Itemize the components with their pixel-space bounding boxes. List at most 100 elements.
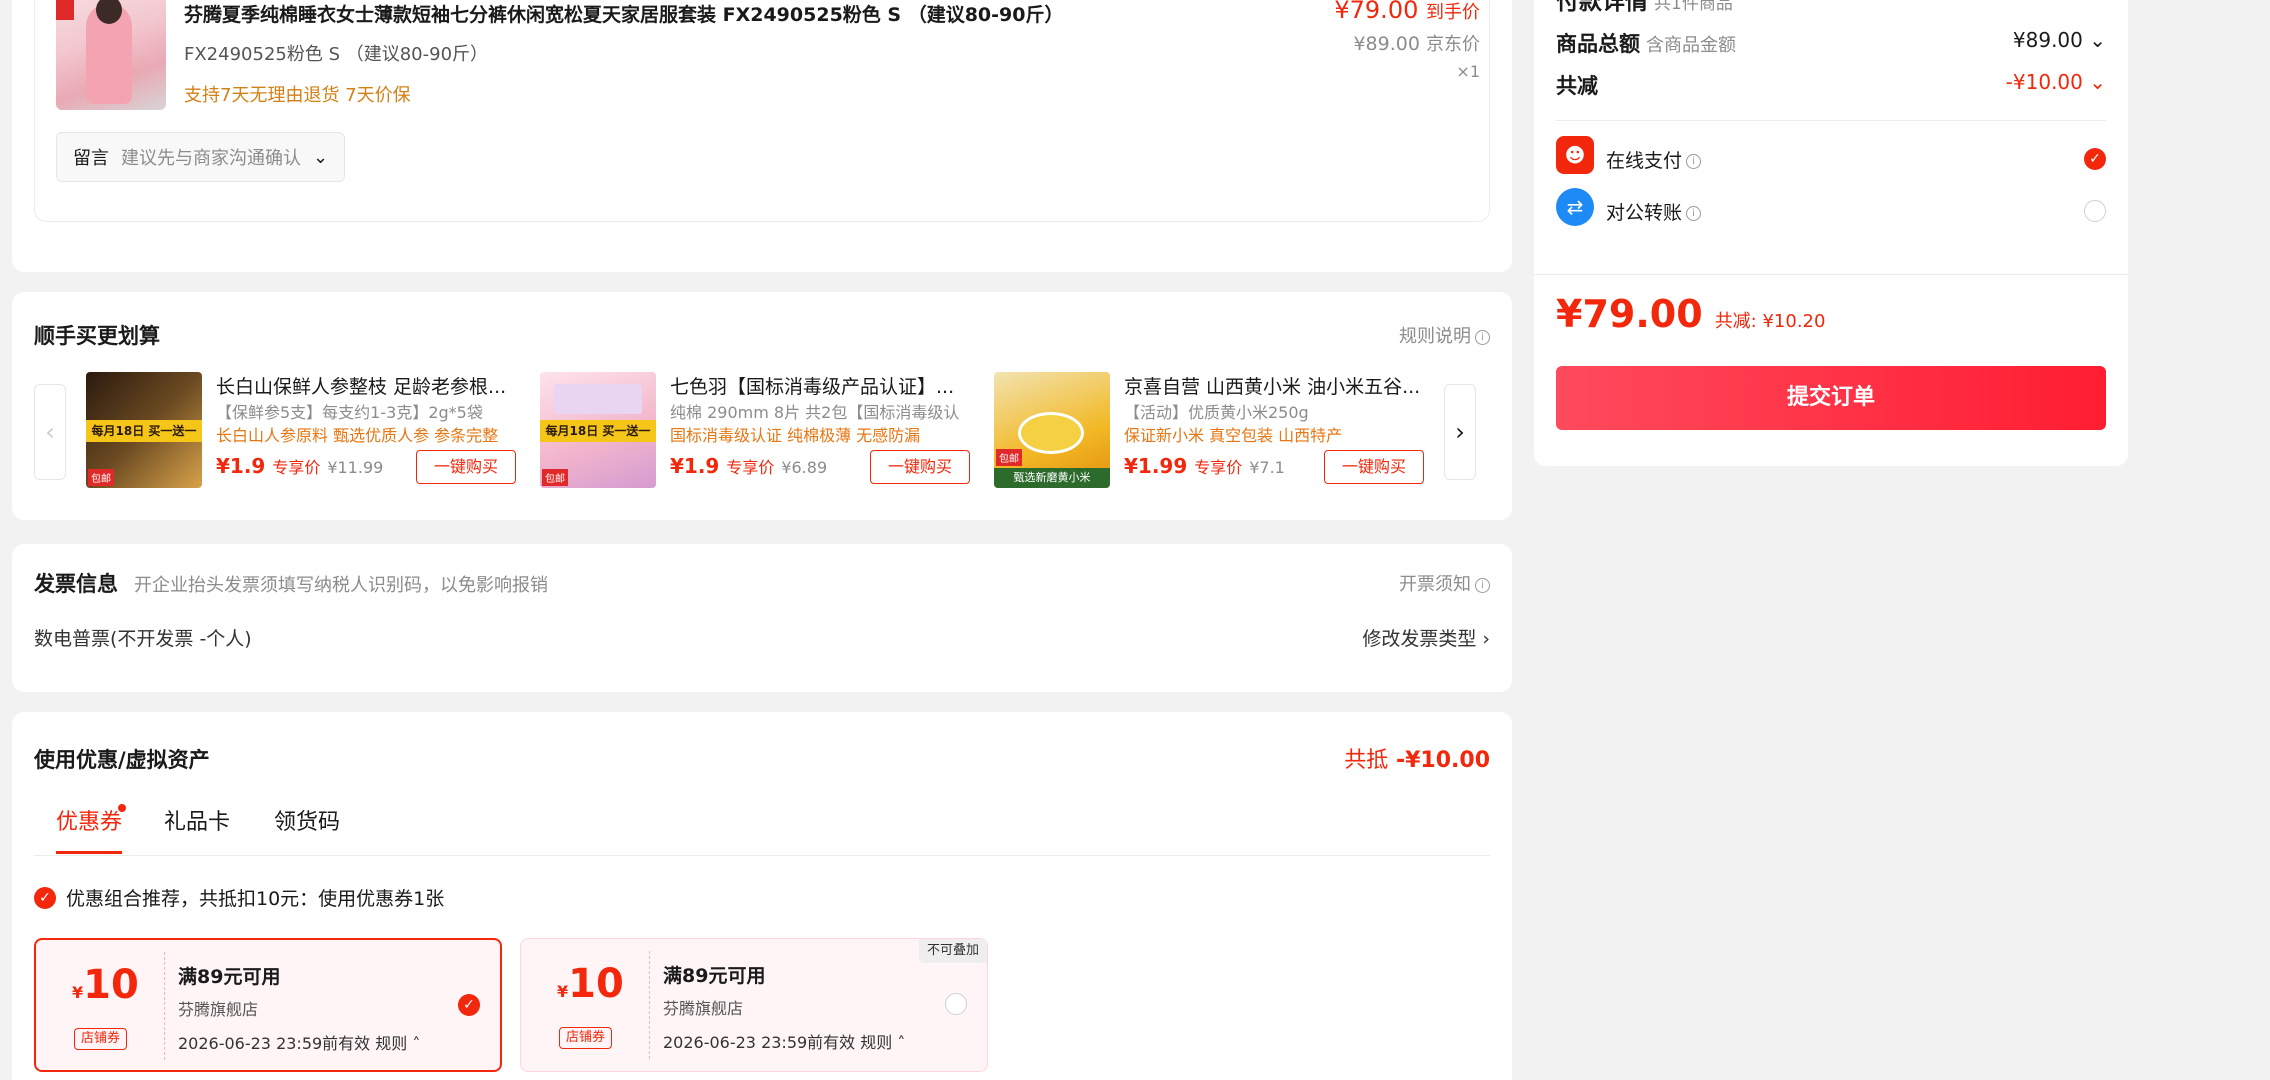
modify-invoice-text: 修改发票类型 xyxy=(1362,628,1477,650)
pay-method-online[interactable]: ☻ 在线支付 i ✓ xyxy=(1534,136,2128,188)
tab-redeem-code[interactable]: 领货码 xyxy=(274,804,340,854)
info-icon: i xyxy=(1475,329,1490,345)
one-click-buy-button[interactable]: 一键购买 xyxy=(1324,450,1424,484)
promo-next-button[interactable]: › xyxy=(1444,384,1476,480)
promo-name[interactable]: 长白山保鲜人参整枝 足龄老参根... xyxy=(216,372,506,399)
promo-old-price: ¥6.89 xyxy=(781,458,828,477)
transfer-icon: ⇄ xyxy=(1556,188,1594,226)
goods-total-sub: 含商品金额 xyxy=(1646,35,1737,56)
discount-toggle[interactable]: -¥10.00 ⌄ xyxy=(2006,70,2106,94)
invoice-subtitle: 开企业抬头发票须填写纳税人识别码，以免影响报销 xyxy=(134,575,549,596)
promo-item[interactable]: 每月18日 买一送一 包邮 长白山保鲜人参整枝 足龄老参根... 【保鲜参5支】… xyxy=(86,372,516,490)
goods-total-toggle[interactable]: ¥89.00 ⌄ xyxy=(2013,28,2106,52)
product-qty: ×1 xyxy=(1456,62,1480,81)
coupon-condition: 满89元可用 xyxy=(663,965,766,987)
promo-item[interactable]: 甄选新磨黄小米 包邮 京喜自营 山西黄小米 油小米五谷... 【活动】优质黄小米… xyxy=(994,372,1424,490)
promo-prev-button[interactable]: ‹ xyxy=(34,384,66,480)
coupon-card: 使用优惠/虚拟资产 共抵 -¥10.00 优惠券 礼品卡 领货码 ✓ 优惠组合推… xyxy=(12,712,1512,1080)
promo-desc: 【保鲜参5支】每支约1-3克】2g*5袋 xyxy=(216,403,483,422)
coupon-selected-check-icon[interactable]: ✓ xyxy=(458,994,480,1016)
unselected-radio xyxy=(2084,200,2106,222)
coupon-rule-link[interactable]: 规则 ˄ xyxy=(860,1033,905,1052)
memo-label: 留言 xyxy=(73,148,109,169)
promo-price: ¥1.9 专享价 ¥11.99 xyxy=(216,454,383,478)
tab-gift-card[interactable]: 礼品卡 xyxy=(164,804,230,854)
one-click-buy-button[interactable]: 一键购买 xyxy=(870,450,970,484)
coupon-expiry-text: 2026-06-23 23:59前有效 xyxy=(663,1033,856,1052)
info-icon: i xyxy=(1686,206,1702,221)
coupon-title: 使用优惠/虚拟资产 xyxy=(34,748,210,772)
chevron-up-icon: ˄ xyxy=(412,1034,421,1053)
orig-price-value: ¥89.00 xyxy=(1353,33,1420,55)
coupon-type-badge: 店铺券 xyxy=(74,1028,128,1050)
discount-label: 共减 xyxy=(1556,74,1598,98)
coupon-shop: 芬腾旗舰店 xyxy=(178,1000,259,1019)
final-discount: 共减: ¥10.20 xyxy=(1714,311,1826,332)
tab-coupon[interactable]: 优惠券 xyxy=(56,804,127,854)
promo-name[interactable]: 七色羽【国标消毒级产品认证】... xyxy=(670,372,954,399)
coupon-tabs: 优惠券 礼品卡 领货码 xyxy=(34,804,1490,856)
chevron-up-icon: ˄ xyxy=(897,1033,906,1052)
coupon-recommend[interactable]: ✓ 优惠组合推荐，共抵扣10元：使用优惠券1张 xyxy=(34,884,444,911)
coupon-radio[interactable] xyxy=(945,993,967,1015)
goods-total-row: 商品总额 含商品金额 xyxy=(1556,28,1736,58)
chevron-right-icon: › xyxy=(1455,418,1465,446)
pay-method-online-label: 在线支付 i xyxy=(1606,146,1702,173)
pay-header-sub: 共1件商品 xyxy=(1654,0,1733,14)
modify-invoice-link[interactable]: 修改发票类型 › xyxy=(1362,624,1490,651)
coupon-recommend-text: 优惠组合推荐，共抵扣10元：使用优惠券1张 xyxy=(66,888,445,910)
coupon-total: 共抵 -¥10.00 xyxy=(1344,742,1490,774)
promo-rules-text: 规则说明 xyxy=(1399,326,1471,347)
one-click-buy-button[interactable]: 一键购买 xyxy=(416,450,516,484)
pay-header-title: 付款详情 xyxy=(1556,0,1648,15)
product-thumbnail[interactable]: 芬腾 xyxy=(56,0,166,110)
invoice-notice-text: 开票须知 xyxy=(1399,574,1471,595)
promo-tag: 长白山人参原料 甄选优质人参 参条完整 xyxy=(216,426,499,445)
promo-name[interactable]: 京喜自营 山西黄小米 油小米五谷... xyxy=(1124,372,1420,399)
coupon-amount-value: 10 xyxy=(83,962,139,1008)
promo-price-label: 专享价 xyxy=(272,458,321,477)
pay-method-transfer[interactable]: ⇄ 对公转账 i xyxy=(1534,188,2128,240)
coupon-condition: 满89元可用 xyxy=(178,966,281,988)
coupon-currency: ¥ xyxy=(557,982,569,1001)
coupon-shop: 芬腾旗舰店 xyxy=(663,999,744,1018)
promo-title: 顺手买更划算 xyxy=(34,324,160,348)
chevron-down-icon: ⌄ xyxy=(2089,70,2106,94)
product-panel xyxy=(34,0,1490,222)
free-shipping-badge: 包邮 xyxy=(542,469,568,486)
product-price-label: 到手价 xyxy=(1426,2,1480,23)
pay-header: 付款详情 共1件商品 xyxy=(1556,0,1733,16)
coupon-item[interactable]: 不可叠加 ¥10 店铺券 满89元可用 芬腾旗舰店 2026-06-23 23:… xyxy=(520,938,988,1072)
promo-item[interactable]: 每月18日 买一送一 包邮 七色羽【国标消毒级产品认证】... 纯棉 290mm… xyxy=(540,372,970,490)
memo-dropdown[interactable]: 留言 建议先与商家沟通确认 ⌄ xyxy=(56,132,346,182)
coupon-total-label: 共抵 xyxy=(1344,748,1389,773)
submit-order-button[interactable]: 提交订单 xyxy=(1556,366,2106,430)
product-spec: FX2490525粉色 S （建议80-90斤） xyxy=(184,44,489,65)
coupon-item[interactable]: ¥10 店铺券 满89元可用 芬腾旗舰店 2026-06-23 23:59前有效… xyxy=(34,938,502,1072)
promo-tag: 保证新小米 真空包装 山西特产 xyxy=(1124,426,1343,445)
invoice-notice-link[interactable]: 开票须知 i xyxy=(1399,570,1490,596)
final-price: ¥79.00 xyxy=(1556,292,1703,336)
info-icon: i xyxy=(1686,154,1702,169)
promo-image-pads[interactable]: 每月18日 买一送一 包邮 xyxy=(540,372,656,488)
promo-rules-link[interactable]: 规则说明 i xyxy=(1399,322,1490,348)
coupon-rule-link[interactable]: 规则 ˄ xyxy=(375,1034,420,1053)
coupon-expiry: 2026-06-23 23:59前有效 规则 ˄ xyxy=(178,1030,420,1054)
promo-price-value: ¥1.9 xyxy=(216,454,266,478)
promo-image-banner: 甄选新磨黄小米 xyxy=(994,468,1110,488)
jd-pay-icon: ☻ xyxy=(1556,136,1594,174)
product-title[interactable]: 芬腾夏季纯棉睡衣女士薄款短袖七分裤休闲宽松夏天家居服套装 FX2490525粉色… xyxy=(184,0,1063,27)
coupon-currency: ¥ xyxy=(72,983,84,1002)
promo-price: ¥1.9 专享价 ¥6.89 xyxy=(670,454,827,478)
promo-image-ginseng[interactable]: 每月18日 买一送一 包邮 xyxy=(86,372,202,488)
product-orig-price: ¥89.00 京东价 xyxy=(1353,30,1480,56)
coupon-rule-text: 规则 xyxy=(375,1034,408,1053)
promo-image-millet[interactable]: 甄选新磨黄小米 包邮 xyxy=(994,372,1110,488)
coupon-amount: ¥10 xyxy=(557,961,624,1007)
invoice-header: 发票信息 开企业抬头发票须填写纳税人识别码，以免影响报销 xyxy=(34,568,548,598)
invoice-card: 发票信息 开企业抬头发票须填写纳税人识别码，以免影响报销 开票须知 i 数电普票(… xyxy=(12,544,1512,692)
free-shipping-badge: 包邮 xyxy=(88,469,114,486)
discount-value: -¥10.00 xyxy=(2005,70,2083,94)
pay-method-transfer-text: 对公转账 xyxy=(1606,202,1683,224)
promo-old-price: ¥7.1 xyxy=(1249,458,1285,477)
